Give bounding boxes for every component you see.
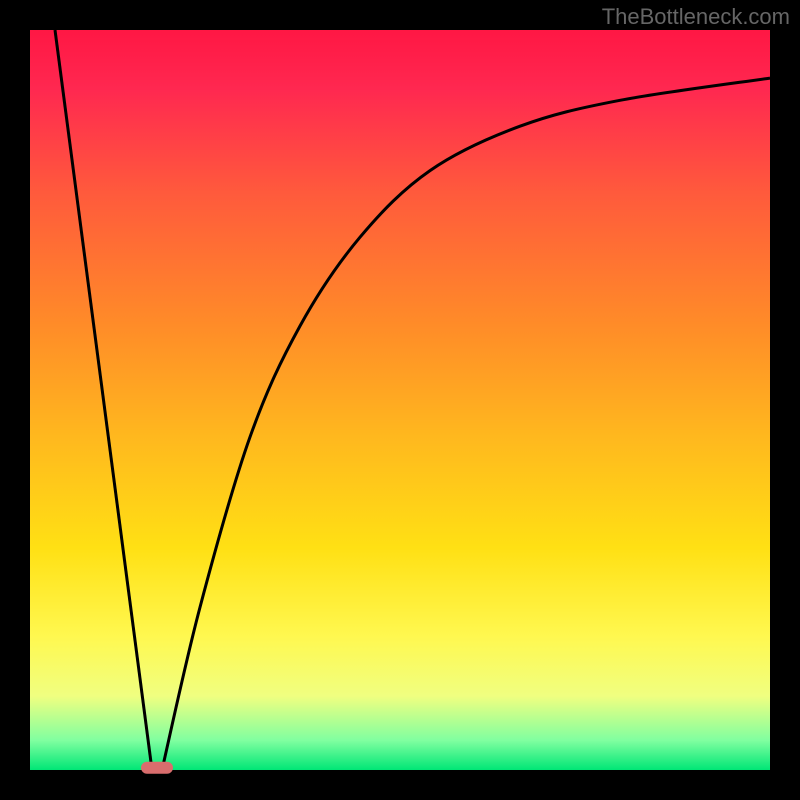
chart-svg — [0, 0, 800, 800]
chart-container: TheBottleneck.com — [0, 0, 800, 800]
watermark-text: TheBottleneck.com — [602, 4, 790, 30]
minimum-marker — [141, 762, 173, 774]
plot-background — [30, 30, 770, 770]
